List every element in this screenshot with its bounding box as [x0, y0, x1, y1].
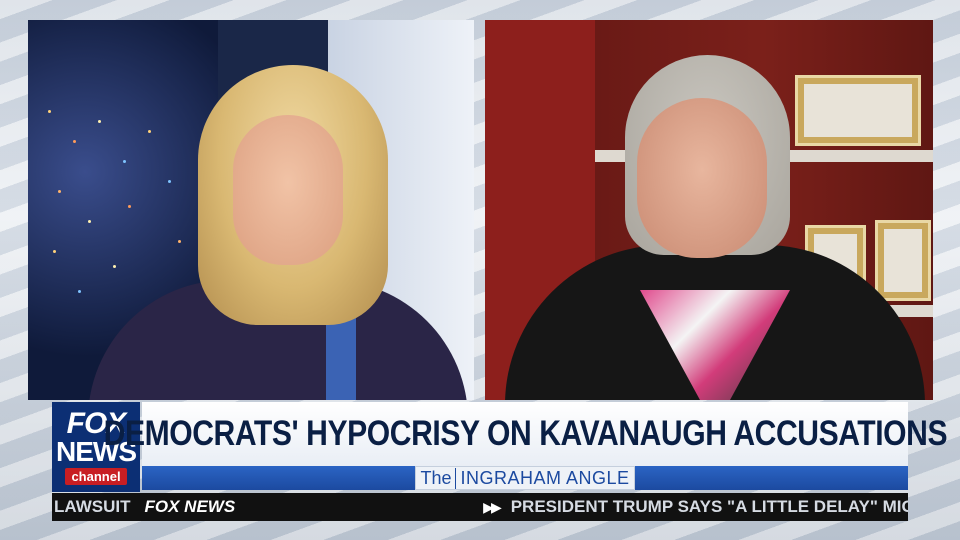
guest-video-panel [485, 20, 933, 400]
host-video-panel [28, 20, 474, 400]
show-name: INGRAHAM ANGLE [460, 467, 630, 488]
guest-face [637, 98, 767, 258]
show-name-bar: The INGRAHAM ANGLE [142, 466, 908, 490]
headline-bar: DEMOCRATS' HYPOCRISY ON KAVANAUGH ACCUSA… [103, 402, 947, 466]
lower-third-banner: FOX NEWS channel DEMOCRATS' HYPOCRISY ON… [52, 402, 947, 492]
photo-frame [875, 220, 931, 301]
show-prefix: The [416, 467, 457, 489]
headline-text: DEMOCRATS' HYPOCRISY ON KAVANAUGH ACCUSA… [103, 414, 947, 453]
ticker-scroll-text: PRESIDENT TRUMP SAYS "A LITTLE DELAY" MI… [510, 497, 908, 516]
logo-channel-text: channel [65, 468, 127, 485]
ticker-brand: FOX NEWS [144, 497, 236, 516]
show-tag: The INGRAHAM ANGLE [415, 466, 635, 490]
ticker-arrows-icon: ▶▶ [483, 498, 502, 515]
photo-frame [795, 75, 921, 146]
ticker-previous-item: LAWSUIT [54, 497, 131, 516]
host-face [233, 115, 343, 265]
news-ticker: LAWSUIT FOX NEWS ▶▶ PRESIDENT TRUMP SAYS… [52, 493, 908, 521]
